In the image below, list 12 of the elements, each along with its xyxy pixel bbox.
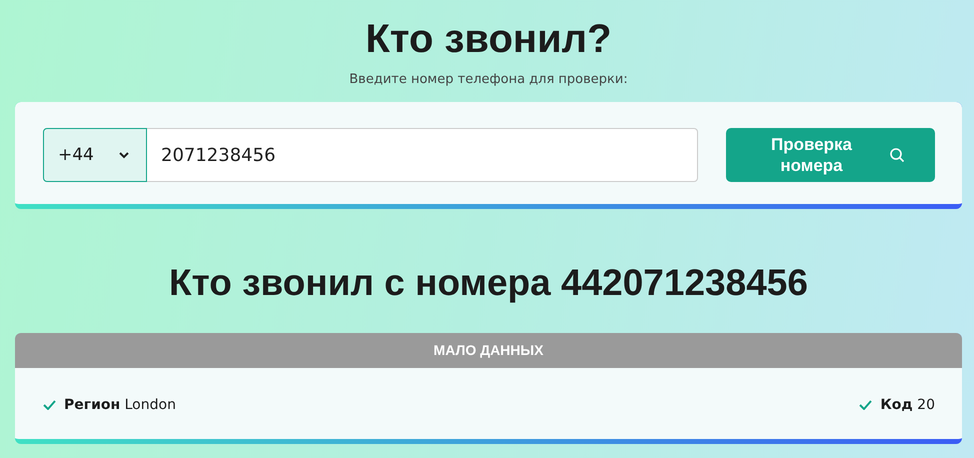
fact-text: Регион London (64, 397, 176, 413)
search-icon (888, 147, 904, 163)
chevron-down-icon (118, 151, 130, 159)
country-code-select[interactable]: +44 (43, 128, 147, 182)
check-icon (43, 400, 56, 410)
result-title: Кто звонил с номера 442071238456 (168, 261, 809, 305)
fact-text: Код 20 (880, 397, 935, 413)
phone-input-field[interactable]: 2071238456 (147, 128, 698, 182)
page-title: Кто звонил? (364, 16, 612, 63)
check-icon (859, 400, 872, 410)
status-banner: МАЛО ДАННЫХ (15, 333, 962, 368)
subtitle-text: Введите номер телефона для проверки: (348, 72, 629, 88)
